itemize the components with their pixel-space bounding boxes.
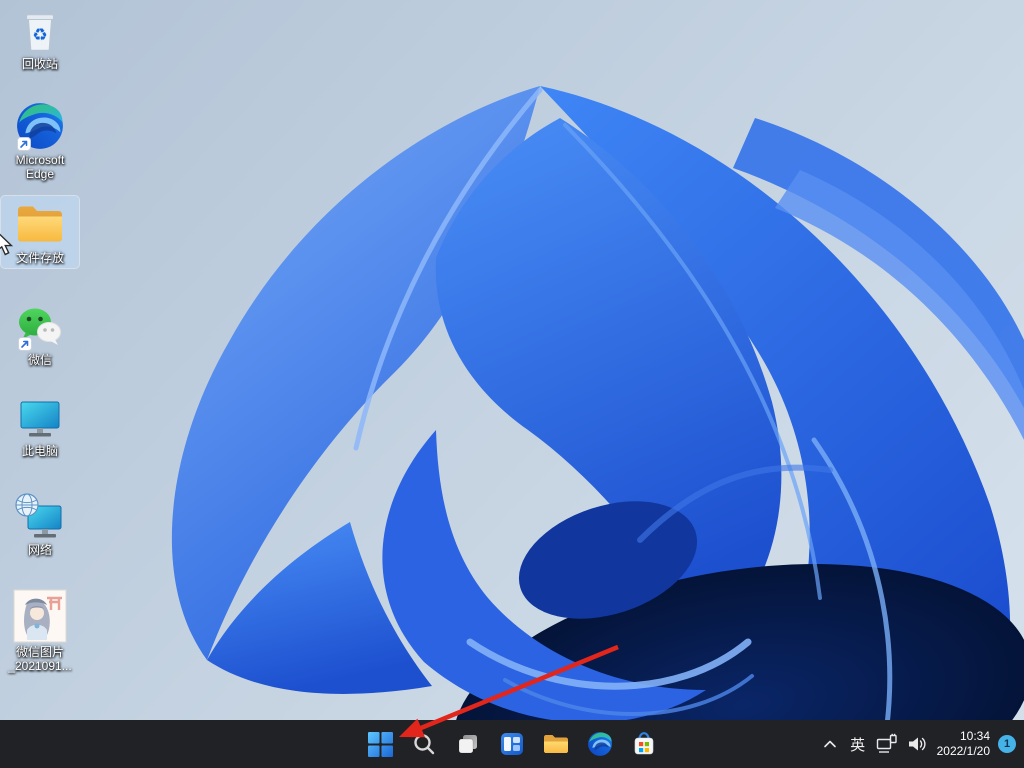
icon-label: Microsoft Edge — [2, 153, 78, 181]
desktop-icon-recycle-bin[interactable]: ♻ 回收站 — [1, 6, 79, 74]
microsoft-store-button[interactable] — [624, 724, 664, 764]
speaker-icon — [906, 733, 928, 755]
shortcut-arrow-icon — [17, 137, 31, 151]
volume-tray-button[interactable] — [902, 724, 932, 764]
edge-icon — [587, 731, 613, 757]
ethernet-icon — [876, 733, 898, 755]
widgets-icon — [500, 732, 524, 756]
clock-date: 2022/1/20 — [937, 744, 990, 759]
windows-desktop: ♻ 回收站 — [0, 0, 1024, 768]
chevron-up-icon — [820, 734, 840, 754]
widgets-button[interactable] — [492, 724, 532, 764]
folder-icon — [14, 199, 66, 249]
desktop-icon-folder[interactable]: 文件存放 — [1, 196, 79, 268]
clock[interactable]: 10:34 2022/1/20 — [932, 724, 995, 764]
wallpaper-bloom — [0, 0, 1024, 768]
desktop-icon-wechat[interactable]: 微信 — [1, 302, 79, 370]
shortcut-arrow-icon — [18, 337, 32, 351]
image-thumbnail — [13, 589, 67, 643]
clock-time: 10:34 — [937, 729, 990, 744]
system-tray: 英 — [816, 720, 1018, 768]
desktop-icon-this-pc[interactable]: 此电脑 — [1, 395, 79, 461]
microsoft-store-icon — [631, 731, 657, 757]
desktop-icon-network[interactable]: 网络 — [1, 490, 79, 560]
recycle-bin-icon: ♻ — [17, 9, 63, 55]
start-button[interactable] — [360, 724, 400, 764]
search-button[interactable] — [404, 724, 444, 764]
network-tray-button[interactable] — [872, 724, 902, 764]
svg-text:♻: ♻ — [32, 25, 47, 45]
taskbar-center-group — [360, 720, 664, 768]
desktop-icon-image-file[interactable]: 微信图片 _2021091... — [1, 586, 79, 676]
icon-label: 微信 — [28, 353, 52, 367]
file-explorer-icon — [543, 731, 569, 757]
task-view-button[interactable] — [448, 724, 488, 764]
ime-language-label: 英 — [850, 734, 865, 755]
taskbar: 英 — [0, 720, 1024, 768]
edge-button[interactable] — [580, 724, 620, 764]
task-view-icon — [456, 732, 480, 756]
edge-icon — [15, 101, 65, 151]
icon-label: 微信图片 _2021091... — [8, 645, 71, 673]
search-icon — [412, 732, 436, 756]
icon-label: 此电脑 — [22, 444, 58, 458]
desktop-icon-edge[interactable]: Microsoft Edge — [1, 98, 79, 184]
icon-label: 网络 — [28, 543, 52, 557]
wechat-icon — [16, 305, 64, 351]
windows-logo-icon — [368, 732, 393, 757]
file-explorer-button[interactable] — [536, 724, 576, 764]
icon-label: 回收站 — [22, 57, 58, 71]
ime-language-button[interactable]: 英 — [844, 724, 872, 764]
network-icon — [15, 493, 65, 541]
tray-chevron-button[interactable] — [816, 724, 844, 764]
this-pc-icon — [17, 398, 63, 442]
notification-badge[interactable]: 1 — [998, 735, 1016, 753]
icon-label: 文件存放 — [16, 251, 64, 265]
